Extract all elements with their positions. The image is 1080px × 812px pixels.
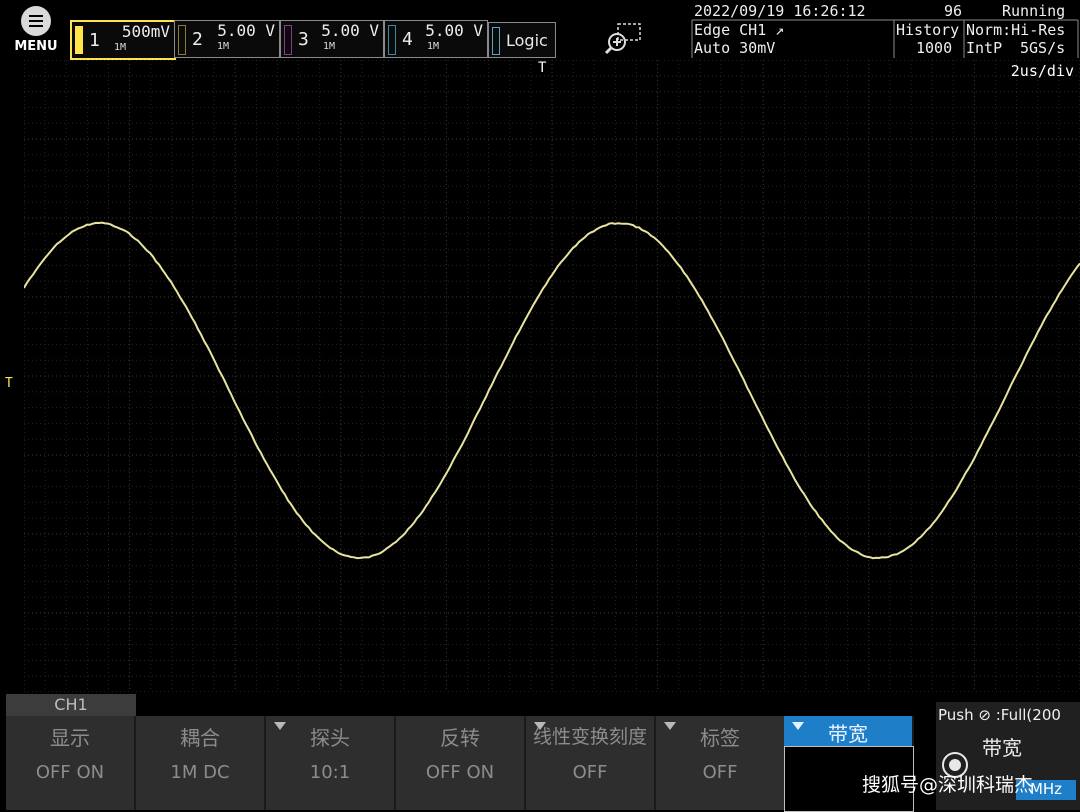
- channel-4-impedance: 1M: [427, 41, 439, 52]
- history-label[interactable]: History: [896, 21, 959, 39]
- trigger-position-marker[interactable]: T: [538, 60, 546, 76]
- channel-2-color-bar: [178, 25, 186, 55]
- acquisition-count: 96: [944, 2, 962, 20]
- watermark-text: 搜狐号@深圳科瑞杰: [862, 770, 1033, 797]
- logic-button[interactable]: Logic: [488, 22, 556, 58]
- softkey-label[interactable]: 标签 OFF: [656, 716, 786, 810]
- softkey-display-value: OFF ON: [6, 762, 134, 783]
- softkey-bandwidth[interactable]: 带宽: [784, 716, 914, 746]
- softkey-label-value: OFF: [656, 762, 784, 783]
- channel-1-number: 1: [89, 30, 100, 51]
- softkey-invert[interactable]: 反转 OFF ON: [396, 716, 526, 810]
- softkey-linear-scale-title: 线性变换刻度: [526, 722, 654, 749]
- menu-button[interactable]: MENU: [8, 6, 64, 58]
- softkey-coupling-value: 1M DC: [136, 762, 264, 783]
- channel-4-color-bar: [388, 25, 396, 55]
- softkey-probe-title: 探头: [266, 722, 394, 751]
- softkey-coupling[interactable]: 耦合 1M DC: [136, 716, 266, 810]
- menu-tab-ch1: CH1: [6, 694, 136, 716]
- channel-4-number: 4: [402, 29, 413, 50]
- acquisition-mode[interactable]: Norm:Hi-Res: [966, 21, 1065, 39]
- menu-icon: [21, 6, 51, 36]
- zoom-icon[interactable]: [604, 22, 644, 56]
- softkey-invert-title: 反转: [396, 722, 524, 751]
- softkey-label-title: 标签: [656, 722, 784, 751]
- channel-1-button[interactable]: 1 500mV 1M: [70, 20, 176, 60]
- timebase-scale[interactable]: 2us/div: [1011, 62, 1074, 80]
- softkey-display[interactable]: 显示 OFF ON: [6, 716, 136, 810]
- channel-3-button[interactable]: 3 5.00 V 1M: [280, 20, 384, 58]
- channel-2-button[interactable]: 2 5.00 V 1M: [174, 20, 280, 58]
- push-knob-hint: Push ⊘ :Full(200: [938, 706, 1061, 724]
- run-state: Running: [1002, 2, 1065, 20]
- interpolation-mode: IntP: [966, 39, 1002, 57]
- softkey-bandwidth-title: 带宽: [784, 718, 912, 747]
- channel-1-color-bar: [75, 26, 83, 54]
- channel-4-scale: 5.00 V: [425, 21, 483, 40]
- softkey-linear-scale[interactable]: 线性变换刻度 OFF: [526, 716, 656, 810]
- channel-2-scale: 5.00 V: [217, 21, 275, 40]
- softkey-probe-value: 10:1: [266, 762, 394, 783]
- channel-1-impedance: 1M: [114, 42, 126, 53]
- softkey-probe[interactable]: 探头 10:1: [266, 716, 396, 810]
- softkey-bar: 显示 OFF ON 耦合 1M DC 探头 10:1 反转 OFF ON 线性变…: [6, 716, 910, 810]
- sample-rate: 5GS/s: [1020, 39, 1065, 57]
- softkey-display-title: 显示: [6, 722, 134, 751]
- push-bandwidth-label: 带宽: [982, 732, 1022, 761]
- menu-label: MENU: [8, 39, 64, 54]
- trigger-source[interactable]: Edge CH1 ↗: [694, 21, 784, 39]
- channel-3-color-bar: [284, 25, 292, 55]
- channel-2-impedance: 1M: [217, 41, 229, 52]
- channel-3-impedance: 1M: [323, 41, 335, 52]
- logic-color-bar: [492, 27, 500, 55]
- status-panel: 2022/09/19 16:26:12 96 Running Edge CH1 …: [690, 0, 1080, 58]
- waveform-display[interactable]: [24, 60, 1080, 692]
- trigger-mode[interactable]: Auto 30mV: [694, 39, 775, 57]
- softkey-invert-value: OFF ON: [396, 762, 524, 783]
- channel-4-button[interactable]: 4 5.00 V 1M: [384, 20, 488, 58]
- channel-1-scale: 500mV: [122, 22, 170, 41]
- history-value: 1000: [916, 39, 952, 57]
- date-time: 2022/09/19 16:26:12: [694, 2, 866, 20]
- channel-3-number: 3: [298, 29, 309, 50]
- softkey-linear-scale-value: OFF: [526, 762, 654, 783]
- channel-1-ground-marker[interactable]: T: [5, 376, 13, 391]
- channel-3-scale: 5.00 V: [321, 21, 379, 40]
- softkey-coupling-title: 耦合: [136, 722, 264, 751]
- channel-2-number: 2: [192, 29, 203, 50]
- logic-label: Logic: [506, 31, 548, 50]
